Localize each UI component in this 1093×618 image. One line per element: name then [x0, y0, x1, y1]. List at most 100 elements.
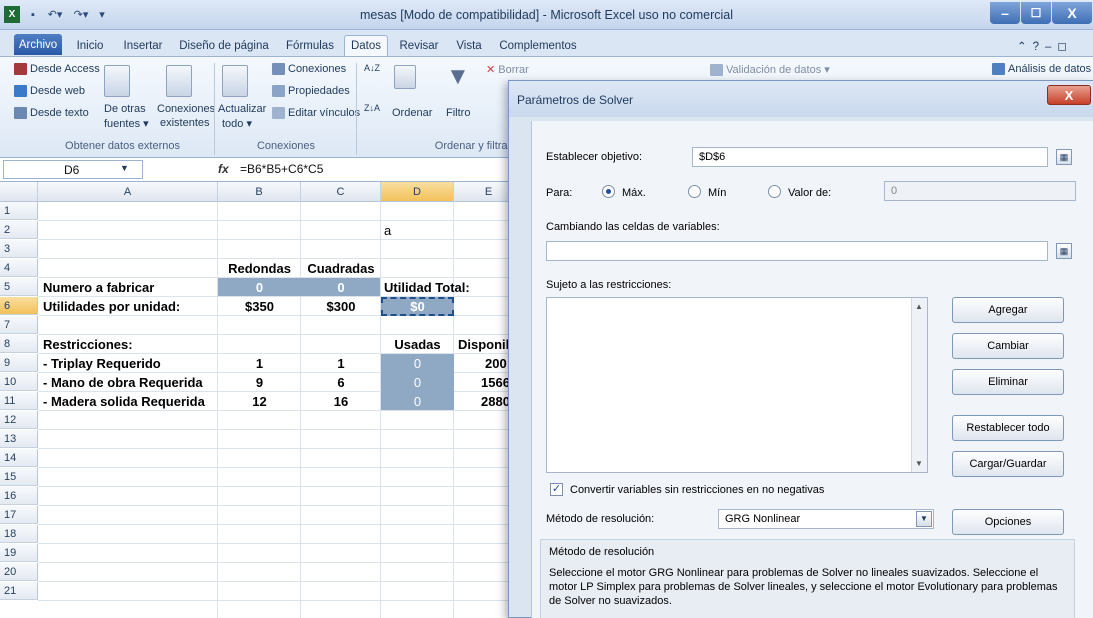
col-header-d[interactable]: D: [381, 182, 454, 202]
cell-b6[interactable]: $350: [218, 297, 301, 315]
cell-c6[interactable]: $300: [301, 297, 381, 315]
cell-d9[interactable]: 0: [381, 354, 454, 372]
row-header[interactable]: 10: [0, 373, 38, 391]
cell-a6[interactable]: Utilidades por unidad:: [40, 297, 183, 315]
desde-texto-button[interactable]: Desde texto: [14, 107, 89, 120]
tab-complementos[interactable]: Complementos: [496, 35, 580, 56]
cell-b10[interactable]: 9: [218, 373, 301, 391]
sort-dialog-icon[interactable]: [394, 65, 416, 89]
cell-a10[interactable]: - Mano de obra Requerida: [40, 373, 206, 391]
desde-access-button[interactable]: Desde Access: [14, 63, 100, 76]
restablecer-todo-button[interactable]: Restablecer todo: [952, 415, 1064, 441]
scroll-up-icon[interactable]: ▲: [915, 302, 923, 311]
tab-vista[interactable]: Vista: [450, 35, 488, 56]
valor-input[interactable]: 0: [884, 181, 1076, 201]
cell-c10[interactable]: 6: [301, 373, 381, 391]
row-header[interactable]: 1: [0, 202, 38, 220]
refresh-all-icon[interactable]: [222, 65, 248, 97]
formula-input[interactable]: =B6*B5+C6*C5: [240, 162, 323, 176]
cell-d8[interactable]: Usadas: [381, 335, 454, 353]
row-header[interactable]: 3: [0, 240, 38, 258]
col-header-b[interactable]: B: [218, 182, 301, 202]
actualizar-todo-label[interactable]: todo ▾: [222, 117, 252, 130]
select-all-corner[interactable]: [0, 182, 38, 202]
conexiones-existentes-label[interactable]: Conexiones: [157, 103, 215, 115]
cell-b5[interactable]: 0: [218, 278, 301, 296]
tab-archivo[interactable]: Archivo: [14, 34, 62, 55]
row-header[interactable]: 12: [0, 411, 38, 429]
maximize-button[interactable]: ☐: [1021, 2, 1051, 24]
row-header[interactable]: 17: [0, 506, 38, 524]
conexiones-button[interactable]: Conexiones: [272, 63, 346, 76]
name-box-dropdown-icon[interactable]: ▼: [120, 163, 129, 173]
cell-e9[interactable]: 200: [482, 354, 510, 372]
row-header[interactable]: 5: [0, 278, 38, 296]
cell-a5[interactable]: Numero a fabricar: [40, 278, 157, 296]
row-header[interactable]: 4: [0, 259, 38, 277]
cargar-guardar-button[interactable]: Cargar/Guardar: [952, 451, 1064, 477]
valor-radio[interactable]: [768, 185, 781, 198]
scroll-down-icon[interactable]: ▼: [915, 459, 923, 468]
objective-ref-icon[interactable]: ▦: [1056, 149, 1072, 165]
row-header[interactable]: 20: [0, 563, 38, 581]
row-header[interactable]: 21: [0, 582, 38, 600]
nonneg-checkbox[interactable]: ✓: [550, 483, 563, 496]
cell-b9[interactable]: 1: [218, 354, 301, 372]
conexiones-existentes-label-2[interactable]: existentes: [160, 117, 210, 129]
vars-ref-icon[interactable]: ▦: [1056, 243, 1072, 259]
cell-d11[interactable]: 0: [381, 392, 454, 410]
col-header-a[interactable]: A: [38, 182, 218, 202]
sort-az-icon[interactable]: A↓Z: [364, 63, 380, 73]
insert-function-icon[interactable]: fx: [218, 162, 229, 176]
existing-connections-icon[interactable]: [166, 65, 192, 97]
tab-revisar[interactable]: Revisar: [394, 35, 444, 56]
solver-close-button[interactable]: X: [1047, 85, 1091, 105]
cell-b4[interactable]: Redondas: [218, 259, 301, 277]
row-header[interactable]: 11: [0, 392, 38, 410]
method-select[interactable]: GRG Nonlinear: [718, 509, 934, 529]
min-radio[interactable]: [688, 185, 701, 198]
tab-datos[interactable]: Datos: [344, 35, 388, 56]
agregar-button[interactable]: Agregar: [952, 297, 1064, 323]
cell-a8[interactable]: Restricciones:: [40, 335, 136, 353]
other-sources-icon[interactable]: [104, 65, 130, 97]
editar-vinculos-button[interactable]: Editar vínculos: [272, 107, 360, 120]
tab-inicio[interactable]: Inicio: [72, 35, 108, 56]
max-radio[interactable]: [602, 185, 615, 198]
ordenar-button[interactable]: Ordenar: [392, 107, 432, 119]
tab-formulas[interactable]: Fórmulas: [282, 35, 338, 56]
row-header[interactable]: 14: [0, 449, 38, 467]
sort-za-icon[interactable]: Z↓A: [364, 103, 380, 113]
cell-a11[interactable]: - Madera solida Requerida: [40, 392, 208, 410]
row-header[interactable]: 18: [0, 525, 38, 543]
cell-c4[interactable]: Cuadradas: [301, 259, 381, 277]
cell-c11[interactable]: 16: [301, 392, 381, 410]
cell-e8[interactable]: Disponib: [455, 335, 515, 353]
row-header[interactable]: 7: [0, 316, 38, 334]
desde-web-button[interactable]: Desde web: [14, 85, 85, 98]
row-header[interactable]: 19: [0, 544, 38, 562]
solver-dialog-titlebar[interactable]: Parámetros de Solver X: [509, 81, 1093, 117]
row-header[interactable]: 13: [0, 430, 38, 448]
help-controls-icon[interactable]: ⌃?–◻: [1000, 35, 1090, 56]
cambiar-button[interactable]: Cambiar: [952, 333, 1064, 359]
propiedades-button[interactable]: Propiedades: [272, 85, 350, 98]
row-header[interactable]: 15: [0, 468, 38, 486]
cell-b11[interactable]: 12: [218, 392, 301, 410]
row-header[interactable]: 16: [0, 487, 38, 505]
close-button[interactable]: X: [1052, 2, 1092, 24]
validacion-datos-button[interactable]: Validación de datos ▾: [710, 63, 830, 77]
row-header[interactable]: 9: [0, 354, 38, 372]
cell-a9[interactable]: - Triplay Requerido: [40, 354, 164, 372]
actualizar-label[interactable]: Actualizar: [218, 103, 266, 115]
opciones-button[interactable]: Opciones: [952, 509, 1064, 535]
otras-fuentes-label[interactable]: De otras: [104, 103, 146, 115]
cell-d6[interactable]: $0: [381, 297, 454, 315]
cell-d2[interactable]: a: [381, 221, 394, 239]
row-header[interactable]: 6: [0, 297, 38, 315]
constraints-list[interactable]: ▲ ▼: [546, 297, 928, 473]
cell-c5[interactable]: 0: [301, 278, 381, 296]
method-dropdown-icon[interactable]: ▼: [916, 511, 932, 527]
objective-input[interactable]: $D$6: [692, 147, 1048, 167]
col-header-e[interactable]: E: [454, 182, 515, 202]
